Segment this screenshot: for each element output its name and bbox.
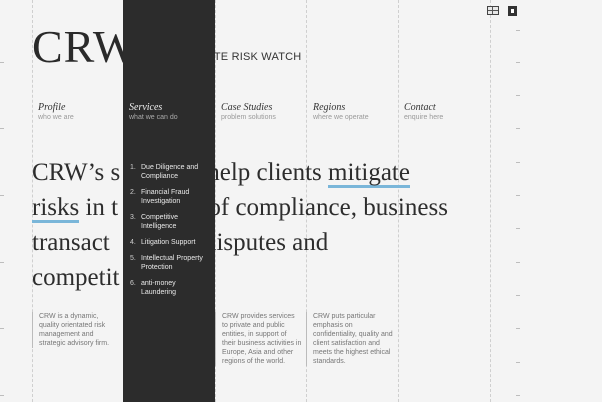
logo[interactable]: CRW <box>32 20 137 73</box>
nav-item-case-studies[interactable]: Case Studies problem solutions <box>221 102 276 121</box>
intro-column: CRW puts particular emphasis on confiden… <box>306 312 393 366</box>
nav-subtitle: where we operate <box>313 114 369 121</box>
edge-tick <box>516 128 520 129</box>
service-item-competitive-intelligence[interactable]: 3. Competitive Intelligence <box>130 213 212 231</box>
nav-item-services[interactable]: Services what we can do <box>129 102 178 121</box>
edge-tick <box>0 128 4 129</box>
nav-title: Contact <box>404 102 436 113</box>
service-item-ip-protection[interactable]: 5. Intellectual Property Protection <box>130 254 212 272</box>
edge-tick <box>516 362 520 363</box>
nav-subtitle: enquire here <box>404 114 444 121</box>
highlight-link[interactable]: mitigate <box>328 160 410 188</box>
highlight-link[interactable]: risks <box>32 195 80 223</box>
nav-item-regions[interactable]: Regions where we operate <box>313 102 369 121</box>
edge-tick <box>516 62 520 63</box>
edge-tick <box>0 328 4 329</box>
edge-tick <box>516 95 520 96</box>
service-item-financial-fraud[interactable]: 2. Financial Fraud Investigation <box>130 188 212 206</box>
service-item-due-diligence[interactable]: 1. Due Diligence and Compliance <box>130 163 212 181</box>
nav-subtitle: problem solutions <box>221 114 276 121</box>
intro-column: CRW is a dynamic, quality orientated ris… <box>32 312 119 348</box>
nav-item-contact[interactable]: Contact enquire here <box>404 102 443 121</box>
language-switcher <box>487 6 517 16</box>
edge-tick <box>516 30 520 31</box>
service-item-litigation-support[interactable]: 4. Litigation Support <box>130 238 212 247</box>
service-item-anti-money-laundering[interactable]: 6. anti-money Laundering <box>130 279 212 297</box>
language-icon[interactable] <box>508 6 517 16</box>
services-list: 1. Due Diligence and Compliance 2. Finan… <box>130 163 212 304</box>
edge-tick <box>0 195 4 196</box>
services-dropdown: 1. Due Diligence and Compliance 2. Finan… <box>123 0 215 402</box>
nav-title: Regions <box>313 102 346 113</box>
edge-tick <box>516 395 520 396</box>
nav-subtitle: who we are <box>38 114 74 121</box>
nav-title: Case Studies <box>221 102 273 113</box>
nav-title: Services <box>129 102 163 113</box>
edge-tick <box>0 62 4 63</box>
headline: CRW’s s help clients mitigate risks in t … <box>32 159 448 291</box>
edge-tick <box>516 295 520 296</box>
edge-tick <box>516 328 520 329</box>
edge-tick <box>0 262 4 263</box>
flag-icon[interactable] <box>487 6 499 15</box>
nav-title: Profile <box>38 102 66 113</box>
nav-subtitle: what we can do <box>129 114 178 121</box>
intro-column: CRW provides services to private and pub… <box>215 312 302 366</box>
nav-item-profile[interactable]: Profile who we are <box>38 102 74 121</box>
edge-tick <box>0 395 4 396</box>
